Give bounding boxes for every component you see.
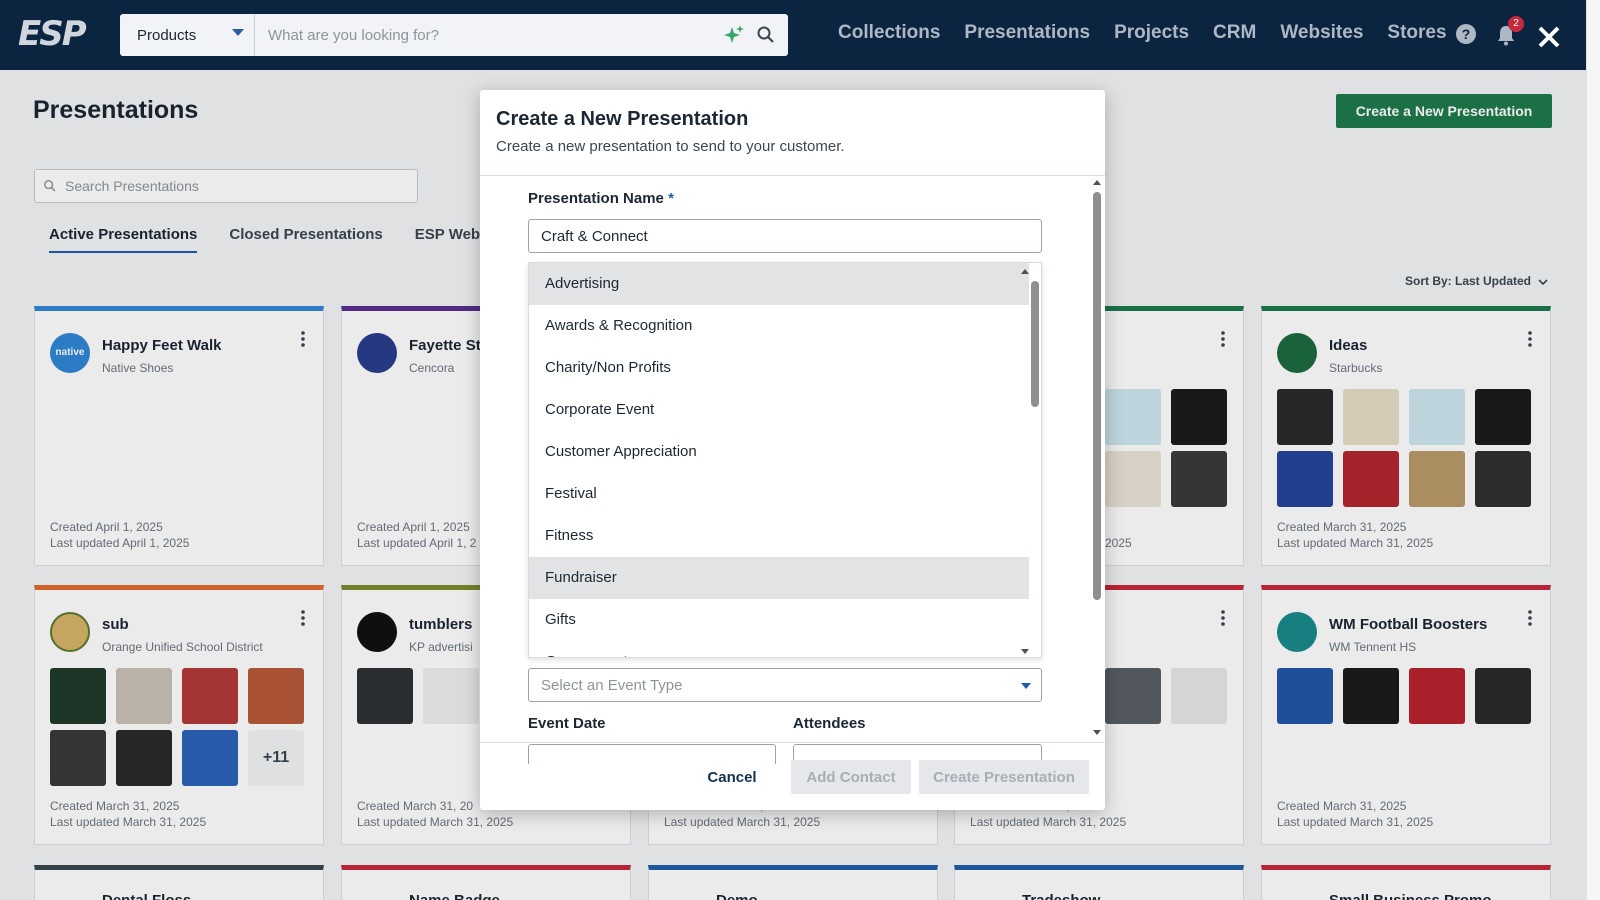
scroll-down-arrow-icon[interactable] xyxy=(1021,649,1029,654)
divider xyxy=(480,175,1105,176)
global-search-bar: Products xyxy=(120,14,788,56)
close-icon[interactable] xyxy=(1536,24,1562,50)
help-icon[interactable]: ? xyxy=(1456,24,1476,44)
event-type-dropdown: Advertising Awards & Recognition Charity… xyxy=(528,262,1042,658)
notification-count-badge: 2 xyxy=(1508,16,1524,32)
event-type-select[interactable]: Select an Event Type xyxy=(528,668,1042,702)
create-presentation-button[interactable]: Create Presentation xyxy=(919,760,1089,794)
search-scope-select[interactable]: Products xyxy=(120,14,255,56)
scroll-up-arrow-icon[interactable] xyxy=(1093,180,1101,185)
page-scrollbar[interactable] xyxy=(1586,0,1600,900)
dialog-scrollbar-thumb[interactable] xyxy=(1093,192,1101,600)
dropdown-option[interactable]: Fundraiser xyxy=(529,557,1029,599)
chevron-down-icon xyxy=(232,29,244,36)
main-nav-links: Collections Presentations Projects CRM W… xyxy=(838,22,1471,44)
dropdown-option[interactable]: Customer Appreciation xyxy=(529,431,1029,473)
nav-websites[interactable]: Websites xyxy=(1280,22,1363,44)
nav-crm[interactable]: CRM xyxy=(1213,22,1256,44)
nav-collections[interactable]: Collections xyxy=(838,22,940,44)
presentation-name-input[interactable] xyxy=(528,219,1042,253)
attendees-label: Attendees xyxy=(793,715,866,732)
global-search-input[interactable] xyxy=(255,14,722,56)
scroll-down-arrow-icon[interactable] xyxy=(1093,730,1101,735)
esp-logo[interactable]: ESP xyxy=(18,14,87,54)
add-contact-button[interactable]: Add Contact xyxy=(791,760,911,794)
dialog-title: Create a New Presentation xyxy=(496,108,749,130)
dropdown-option[interactable]: Festival xyxy=(529,473,1029,515)
nav-projects[interactable]: Projects xyxy=(1114,22,1189,44)
nav-stores[interactable]: Stores xyxy=(1387,22,1446,44)
ai-sparkle-icon[interactable] xyxy=(722,23,746,47)
cancel-button[interactable]: Cancel xyxy=(685,760,779,794)
dropdown-scrollbar-thumb[interactable] xyxy=(1031,281,1039,407)
scroll-up-arrow-icon[interactable] xyxy=(1021,269,1029,274)
event-date-label: Event Date xyxy=(528,715,606,732)
dropdown-option[interactable]: Charity/Non Profits xyxy=(529,347,1029,389)
presentation-name-label: Presentation Name * xyxy=(528,190,674,207)
create-presentation-dialog: Create a New Presentation Create a new p… xyxy=(480,90,1105,810)
dropdown-option[interactable]: Awards & Recognition xyxy=(529,305,1029,347)
dropdown-option[interactable]: Advertising xyxy=(529,263,1029,305)
search-scope-label: Products xyxy=(137,26,197,44)
top-nav: ESP Products Collections Presentations P… xyxy=(0,0,1586,70)
chevron-down-icon xyxy=(1021,683,1031,689)
dropdown-option[interactable]: Fitness xyxy=(529,515,1029,557)
dropdown-option[interactable]: Gifts xyxy=(529,599,1029,641)
required-marker: * xyxy=(668,190,674,207)
nav-presentations[interactable]: Presentations xyxy=(964,22,1090,44)
search-icon[interactable] xyxy=(756,25,776,45)
dialog-subtitle: Create a new presentation to send to you… xyxy=(496,138,845,155)
dropdown-option[interactable]: Government xyxy=(529,641,1029,657)
event-type-placeholder: Select an Event Type xyxy=(541,676,683,694)
dropdown-option[interactable]: Corporate Event xyxy=(529,389,1029,431)
divider xyxy=(480,742,1105,743)
